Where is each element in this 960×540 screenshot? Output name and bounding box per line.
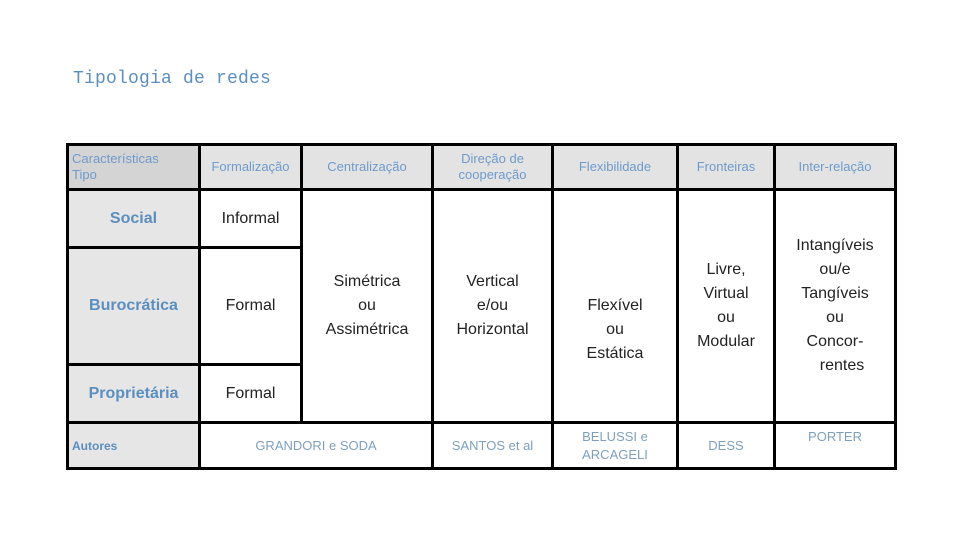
line: e/ou xyxy=(476,297,509,314)
cell-formalizacao-proprietaria: Formal xyxy=(198,363,303,424)
line: BELUSSI e xyxy=(582,428,648,444)
authors-row: Autores GRANDORI e SODA SANTOS et al BEL… xyxy=(66,421,897,470)
row-label-autores: Autores xyxy=(66,421,201,470)
header-flexibilidade: Flexibilidade xyxy=(551,143,679,191)
line: Livre, xyxy=(706,261,746,278)
line: Assimétrica xyxy=(325,321,409,338)
line: ou xyxy=(606,321,624,338)
cell-interrelacao: Intangíveis ou/e Tangíveis ou Concor- re… xyxy=(773,188,897,424)
author-grandori-soda: GRANDORI e SODA xyxy=(198,421,434,470)
line: Virtual xyxy=(703,285,749,302)
cell-fronteiras: Livre, Virtual ou Modular xyxy=(676,188,776,424)
table-row: Social Informal Simétrica ou Assimétrica… xyxy=(66,188,897,424)
line: ou xyxy=(717,309,735,326)
line: ou/e xyxy=(819,261,851,278)
author-porter: PORTER xyxy=(773,421,897,470)
line: Concor- xyxy=(806,333,864,350)
line: ou xyxy=(358,297,376,314)
line: Tangíveis xyxy=(801,285,869,302)
author-dess: DESS xyxy=(676,421,776,470)
header-formalizacao: Formalização xyxy=(198,143,303,191)
header-centralizacao: Centralização xyxy=(300,143,434,191)
line: Simétrica xyxy=(333,273,401,290)
row-label-proprietaria: Proprietária xyxy=(66,363,201,424)
line: ARCAGELI xyxy=(582,446,648,462)
line: ou xyxy=(826,309,844,326)
line: Flexível xyxy=(587,297,643,314)
header-fronteiras: Fronteiras xyxy=(676,143,776,191)
row-label-social: Social xyxy=(66,188,201,249)
author-santos: SANTOS et al xyxy=(431,421,554,470)
header-direcao: Direção de cooperação xyxy=(431,143,554,191)
network-typology-table: Características Tipo Formalização Centra… xyxy=(66,143,897,470)
line: Estática xyxy=(586,345,644,362)
header-characteristics: Características xyxy=(72,151,159,166)
header-row: Características Tipo Formalização Centra… xyxy=(66,143,897,191)
header-type: Tipo xyxy=(72,167,97,182)
line: Modular xyxy=(697,333,755,350)
header-corner: Características Tipo xyxy=(66,143,201,191)
cell-formalizacao-burocratica: Formal xyxy=(198,246,303,366)
line: Vertical xyxy=(466,273,519,290)
page-title: Tipologia de redes xyxy=(73,69,272,89)
row-label-burocratica: Burocrática xyxy=(66,246,201,366)
cell-centralizacao: Simétrica ou Assimétrica xyxy=(300,188,434,424)
line: rentes xyxy=(819,357,865,374)
line: Horizontal xyxy=(456,321,529,338)
cell-formalizacao-social: Informal xyxy=(198,188,303,249)
line: Intangíveis xyxy=(796,237,874,254)
cell-direcao: Vertical e/ou Horizontal xyxy=(431,188,554,424)
cell-flexibilidade: Flexível ou Estática xyxy=(551,188,679,424)
header-interrelacao: Inter-relação xyxy=(773,143,897,191)
author-belussi: BELUSSI e ARCAGELI xyxy=(551,421,679,470)
